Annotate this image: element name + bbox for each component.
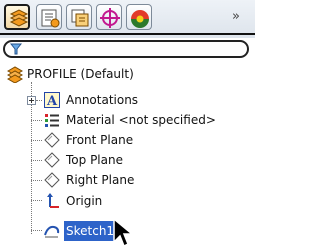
material-icon xyxy=(44,112,60,128)
tree-item-top-plane[interactable]: Top Plane xyxy=(44,150,244,170)
property-manager-icon xyxy=(41,9,60,28)
tree-item-label: Origin xyxy=(66,194,103,208)
origin-icon xyxy=(44,193,60,209)
configuration-manager-tab[interactable] xyxy=(66,4,92,30)
tree-connector xyxy=(31,120,42,121)
tab-bar-divider xyxy=(0,33,255,35)
tree-item-material[interactable]: Material <not specified> xyxy=(44,110,244,130)
tree-item-label: Right Plane xyxy=(66,173,135,187)
tree-filter-input[interactable] xyxy=(3,40,249,58)
tree-connector xyxy=(31,160,42,161)
tree-root-label: PROFILE (Default) xyxy=(27,67,134,81)
tree-item-annotations[interactable]: A Annotations xyxy=(44,90,244,110)
svg-text:A: A xyxy=(46,94,58,108)
tree-item-label: Top Plane xyxy=(66,153,123,167)
plane-icon xyxy=(44,152,60,168)
tree-item-label: Material <not specified> xyxy=(66,113,216,127)
tree-connector xyxy=(36,100,42,101)
configuration-manager-icon xyxy=(71,9,89,27)
tree-item-right-plane[interactable]: Right Plane xyxy=(44,170,244,190)
tree-item-label: Front Plane xyxy=(66,133,134,147)
mouse-pointer-icon xyxy=(113,218,134,248)
tree-root-part[interactable]: PROFILE (Default) xyxy=(6,64,246,84)
tree-item-front-plane[interactable]: Front Plane xyxy=(44,130,244,150)
feature-tree-icon xyxy=(9,9,29,27)
tree-connector xyxy=(31,140,42,141)
tree-connector xyxy=(31,230,42,231)
plane-icon xyxy=(44,132,60,148)
tree-connector xyxy=(31,200,42,201)
tab-overflow-button[interactable]: » xyxy=(224,8,248,26)
plane-icon xyxy=(44,172,60,188)
tree-item-origin[interactable]: Origin xyxy=(44,191,244,211)
tree-item-label: Annotations xyxy=(66,93,139,107)
tree-connector xyxy=(31,180,42,181)
tree-item-label: Sketch1 xyxy=(64,221,117,241)
property-manager-tab[interactable] xyxy=(36,4,62,30)
sketch-icon xyxy=(44,223,60,239)
display-manager-tab[interactable] xyxy=(126,4,152,30)
expand-annotations-button[interactable] xyxy=(27,96,36,105)
dimxpert-manager-tab[interactable] xyxy=(96,4,122,30)
part-icon xyxy=(6,65,24,84)
annotations-icon: A xyxy=(44,92,60,109)
tree-item-sketch1[interactable]: Sketch1 xyxy=(44,221,244,241)
feature-manager-tab[interactable] xyxy=(4,4,30,30)
dimxpert-icon xyxy=(100,8,120,28)
filter-icon xyxy=(10,43,22,55)
display-manager-icon xyxy=(131,10,149,28)
